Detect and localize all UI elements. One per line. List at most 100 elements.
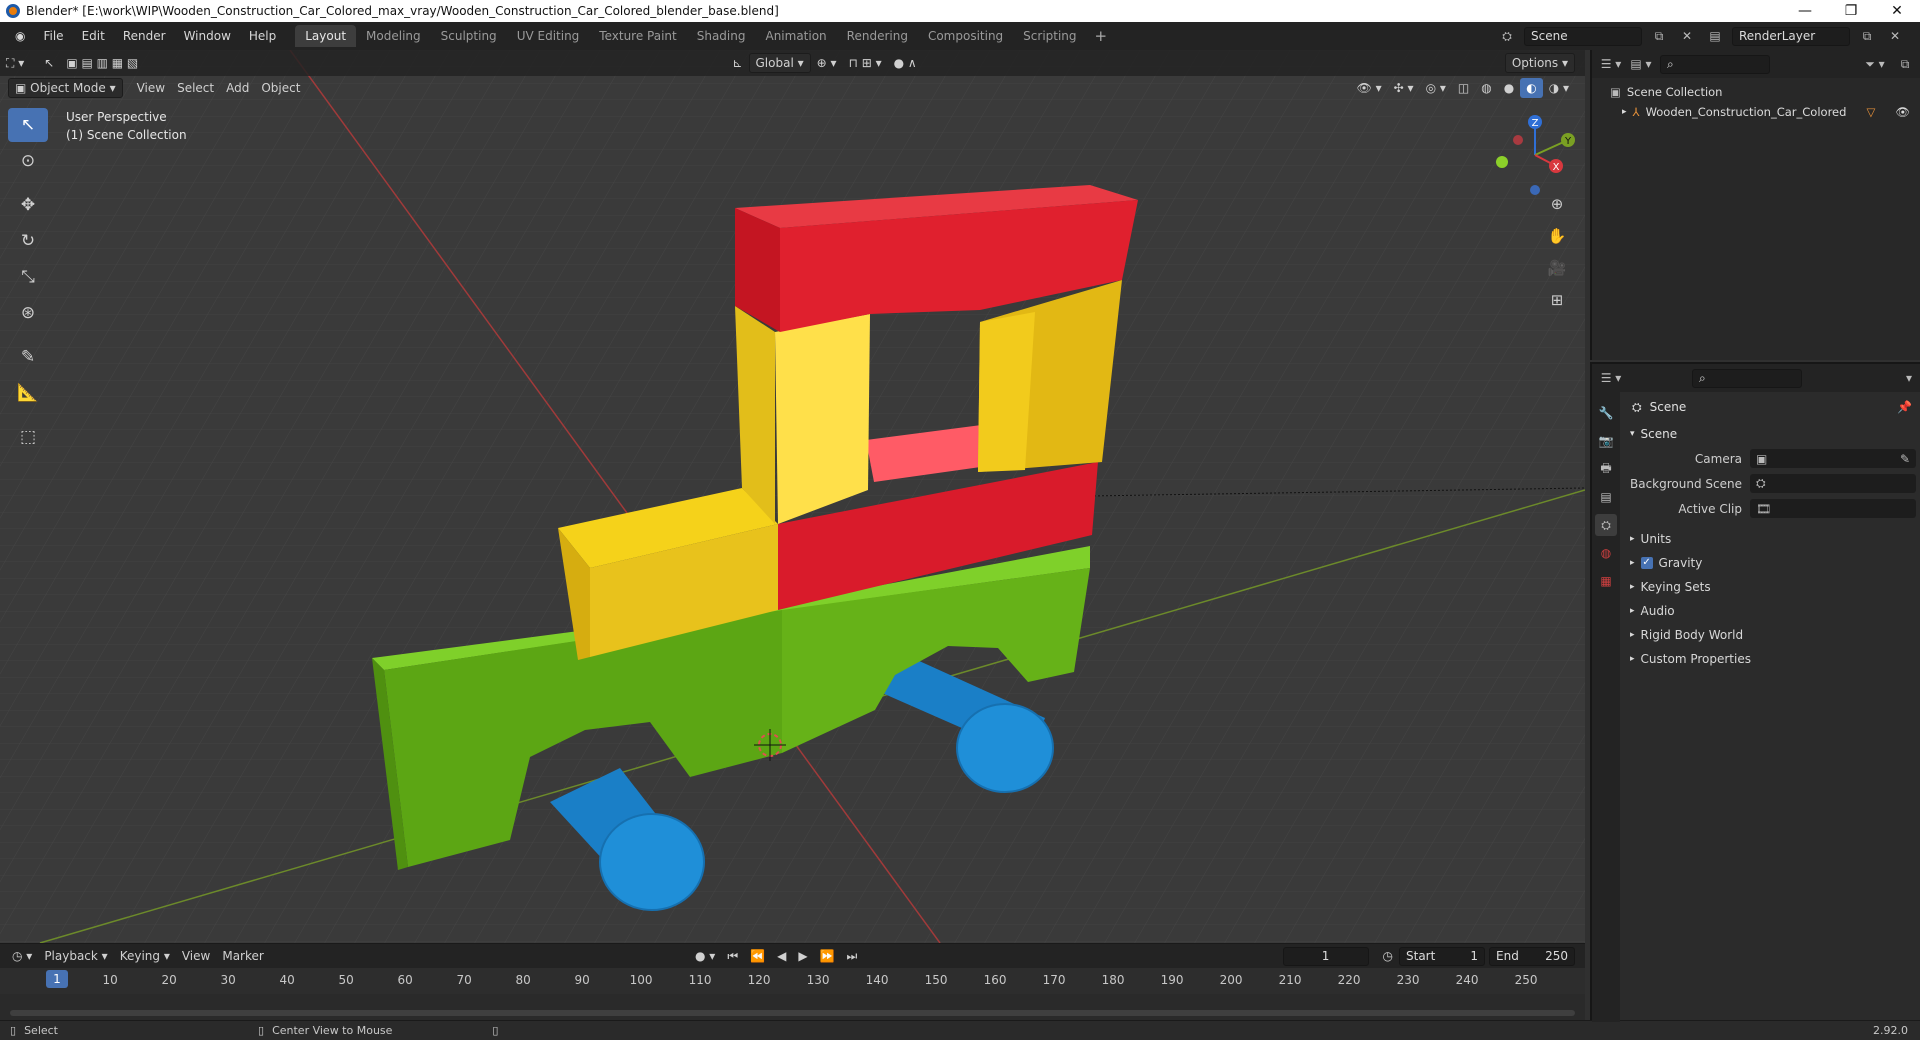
xray-toggle-icon[interactable]: ◫ (1452, 78, 1475, 98)
options-dropdown[interactable]: Options ▾ (1504, 53, 1576, 73)
scene-field[interactable]: Scene (1524, 26, 1642, 46)
navigation-gizmo[interactable]: Z Y X (1490, 110, 1580, 200)
new-collection-icon[interactable]: ⧉ (1894, 55, 1916, 74)
background-scene-field[interactable]: ⛭ (1750, 474, 1916, 493)
current-frame-field[interactable]: 1 (1282, 946, 1369, 966)
scene-panel-header[interactable]: ▾ Scene (1624, 422, 1920, 446)
tab-uv-editing[interactable]: UV Editing (507, 25, 590, 47)
visibility-icon[interactable]: 👁 ▾ (1351, 78, 1388, 98)
outliner-editor-type-icon[interactable]: ☰ ▾ (1600, 55, 1622, 74)
tab-scripting[interactable]: Scripting (1013, 25, 1086, 47)
timeline-scrollbar[interactable] (10, 1010, 1575, 1016)
snap-icon[interactable]: ⊓ ⊞ ▾ (843, 53, 888, 73)
timeline-ruler[interactable]: 1 10 20 30 40 50 60 70 80 90 100 110 120 130 140 150 16… (0, 968, 1585, 994)
menu-object[interactable]: Object (255, 78, 306, 98)
play-icon[interactable]: ▶ (792, 946, 813, 966)
menu-window[interactable]: Window (175, 29, 240, 43)
active-clip-field[interactable]: 🎞 (1750, 499, 1916, 518)
camera-view-icon[interactable]: 🎥 (1545, 256, 1569, 280)
pivot-icon[interactable]: ⊕ ▾ (811, 53, 843, 73)
units-panel[interactable]: ▸ Units (1624, 527, 1920, 551)
expand-arrow-icon[interactable]: ▸ (1622, 107, 1627, 117)
menu-keying[interactable]: Keying ▾ (114, 946, 176, 966)
custom-properties-panel[interactable]: ▸ Custom Properties (1624, 647, 1920, 671)
mode-dropdown[interactable]: ▣ Object Mode ▾ (8, 78, 123, 98)
menu-render[interactable]: Render (114, 29, 175, 43)
scene-collection-row[interactable]: ▣ Scene Collection (1592, 82, 1920, 102)
shading-material-icon[interactable]: ◐ (1520, 78, 1543, 98)
output-tab-icon[interactable]: 🖶 (1595, 458, 1617, 480)
display-mode-icon[interactable]: ▤ ▾ (1630, 55, 1652, 74)
jump-start-icon[interactable]: ⏮ (721, 946, 744, 966)
blender-menu-icon[interactable]: ◉ (6, 29, 34, 43)
outliner-item-row[interactable]: ▸ ⅄ Wooden_Construction_Car_Colored ▽ 👁 (1592, 102, 1920, 122)
tab-animation[interactable]: Animation (755, 25, 836, 47)
jump-end-icon[interactable]: ⏭ (841, 946, 864, 966)
pin-icon[interactable]: 📌 (1897, 400, 1912, 414)
properties-options-icon[interactable]: ▾ (1898, 369, 1920, 388)
properties-search-input[interactable]: ⌕ (1692, 368, 1802, 388)
overlay-toggle-icon[interactable]: ◎ ▾ (1420, 78, 1452, 98)
record-icon[interactable]: ● ▾ (689, 946, 721, 966)
gravity-panel[interactable]: ▸ ✓ Gravity (1624, 551, 1920, 575)
tab-rendering[interactable]: Rendering (837, 25, 918, 47)
menu-edit[interactable]: Edit (73, 29, 114, 43)
timeline-editor-type-icon[interactable]: ◷ ▾ (6, 946, 38, 966)
minimize-button[interactable]: — (1782, 3, 1828, 19)
menu-file[interactable]: File (34, 29, 72, 43)
ortho-grid-icon[interactable]: ⊞ (1545, 288, 1569, 312)
transform-orientation-dropdown[interactable]: Global ▾ (748, 53, 811, 73)
tab-layout[interactable]: Layout (295, 25, 357, 47)
add-cube-tool-icon[interactable]: ⬚ (8, 420, 48, 454)
cursor-tool-icon[interactable]: ⊙ (8, 144, 48, 178)
world-tab-icon[interactable]: ◍ (1595, 542, 1617, 564)
move-tool-icon[interactable]: ✥ (8, 188, 48, 222)
texture-tab-icon[interactable]: ▦ (1595, 570, 1617, 592)
menu-view[interactable]: View (131, 78, 171, 98)
menu-add[interactable]: Add (220, 78, 255, 98)
play-reverse-icon[interactable]: ◀ (771, 946, 792, 966)
maximize-button[interactable]: ❐ (1828, 3, 1874, 19)
tab-compositing[interactable]: Compositing (918, 25, 1013, 47)
tab-modeling[interactable]: Modeling (356, 25, 431, 47)
zoom-icon[interactable]: ⊕ (1545, 192, 1569, 216)
properties-editor-type-icon[interactable]: ☰ ▾ (1600, 369, 1622, 388)
visibility-eye-icon[interactable]: 👁 (1895, 105, 1910, 119)
preview-range-icon[interactable]: ◷ (1377, 946, 1399, 966)
start-frame-field[interactable]: Start 1 (1399, 946, 1485, 966)
transform-tool-icon[interactable]: ⊛ (8, 296, 48, 330)
tab-sculpting[interactable]: Sculpting (431, 25, 507, 47)
proportional-edit-icon[interactable]: ● ∧ (888, 53, 923, 73)
menu-playback[interactable]: Playback ▾ (38, 946, 113, 966)
scene-browse-icon[interactable]: ⛭ (1496, 27, 1518, 46)
eyedropper-icon[interactable]: ✎ (1900, 452, 1910, 466)
tab-texture-paint[interactable]: Texture Paint (589, 25, 686, 47)
new-scene-icon[interactable]: ⧉ (1648, 27, 1670, 46)
pan-hand-icon[interactable]: ✋ (1545, 224, 1569, 248)
playhead-frame[interactable]: 1 (46, 970, 68, 988)
rigid-body-world-panel[interactable]: ▸ Rigid Body World (1624, 623, 1920, 647)
tool-tab-icon[interactable]: 🔧 (1595, 402, 1617, 424)
shading-wireframe-icon[interactable]: ◍ (1475, 78, 1497, 98)
scene-tab-icon[interactable]: ⛭ (1595, 514, 1617, 536)
menu-timeline-view[interactable]: View (176, 946, 216, 966)
view-layer-tab-icon[interactable]: ▤ (1595, 486, 1617, 508)
3d-viewport[interactable]: ⛶ ▾ ↖ ▣ ▤ ▥ ▦ ▧ ⊾ Global ▾ ⊕ ▾ ⊓ ⊞ ▾ ● ∧… (0, 50, 1585, 943)
delete-scene-icon[interactable]: ✕ (1676, 27, 1698, 46)
rotate-tool-icon[interactable]: ↻ (8, 224, 48, 258)
menu-marker[interactable]: Marker (216, 946, 269, 966)
tab-shading[interactable]: Shading (687, 25, 756, 47)
shading-solid-icon[interactable]: ● (1498, 78, 1520, 98)
add-workspace-button[interactable]: + (1087, 27, 1116, 45)
gizmo-toggle-icon[interactable]: ✣ ▾ (1388, 78, 1420, 98)
keying-sets-panel[interactable]: ▸ Keying Sets (1624, 575, 1920, 599)
menu-select[interactable]: Select (171, 78, 220, 98)
view-layer-icon[interactable]: ▤ (1704, 27, 1726, 46)
new-layer-icon[interactable]: ⧉ (1856, 27, 1878, 46)
filter-icon[interactable]: ⏷ ▾ (1864, 55, 1886, 74)
prev-keyframe-icon[interactable]: ⏪ (744, 946, 771, 966)
gravity-checkbox[interactable]: ✓ (1640, 557, 1653, 569)
annotate-tool-icon[interactable]: ✎ (8, 340, 48, 374)
select-tool-icon[interactable]: ↖ (38, 53, 60, 73)
render-tab-icon[interactable]: 📷 (1595, 430, 1617, 452)
